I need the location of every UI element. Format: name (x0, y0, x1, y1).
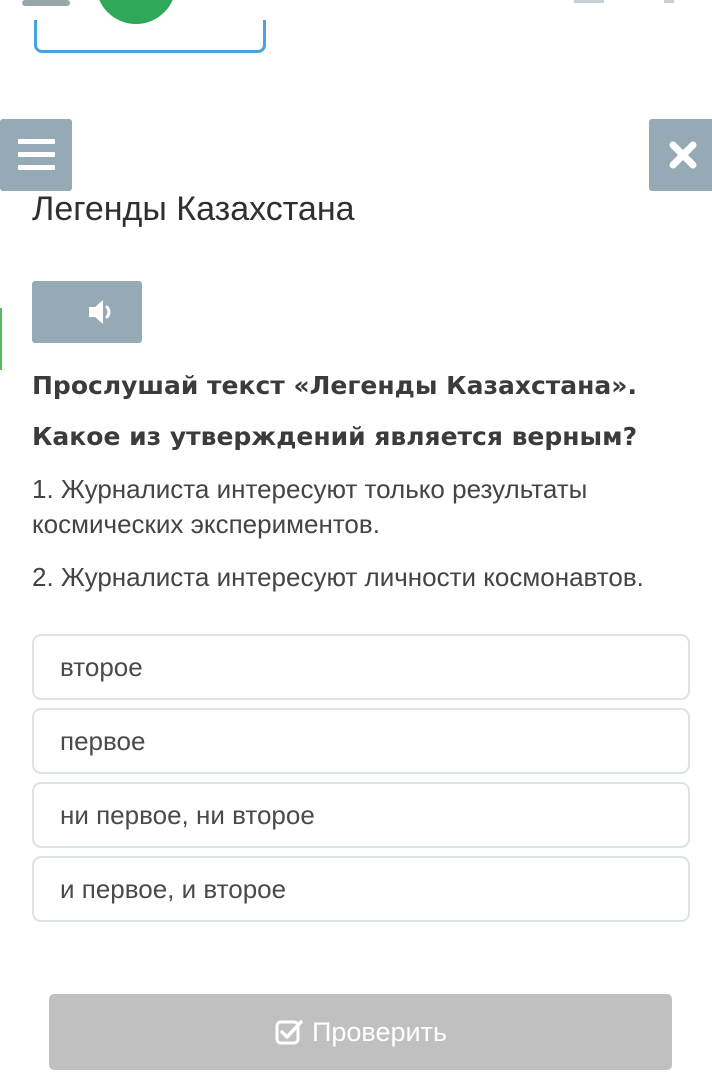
answer-option[interactable]: второе (32, 634, 690, 700)
top-input-field[interactable] (34, 20, 266, 53)
page-title: Легенды Казахстана (32, 190, 355, 228)
close-button[interactable] (649, 119, 712, 191)
statement-1: 1. Журналиста интересуют только результа… (32, 474, 588, 539)
top-right-small-icon[interactable] (664, 0, 674, 3)
top-right-icon[interactable] (574, 0, 604, 3)
question-prompt: Какое из утверждений является верным? (32, 422, 638, 451)
answer-options: второе первое ни первое, ни второе и пер… (32, 634, 690, 930)
question-instruction: Прослушай текст «Легенды Казахстана». (32, 371, 637, 400)
check-button-label: Проверить (311, 1016, 448, 1047)
speaker-volume-icon (89, 300, 111, 324)
statement-2: 2. Журналиста интересуют личности космон… (32, 562, 644, 592)
checkbox-check-icon (275, 1020, 303, 1045)
menu-button[interactable] (0, 119, 72, 191)
answer-option[interactable]: и первое, и второе (32, 856, 690, 922)
answer-option[interactable]: ни первое, ни второе (32, 782, 690, 848)
top-hamburger-icon[interactable] (22, 0, 70, 6)
check-button[interactable]: Проверить (49, 994, 672, 1070)
audio-play-button[interactable] (32, 281, 142, 343)
answer-option[interactable]: первое (32, 708, 690, 774)
left-edge-tab (0, 308, 2, 370)
close-x-icon (669, 141, 697, 169)
